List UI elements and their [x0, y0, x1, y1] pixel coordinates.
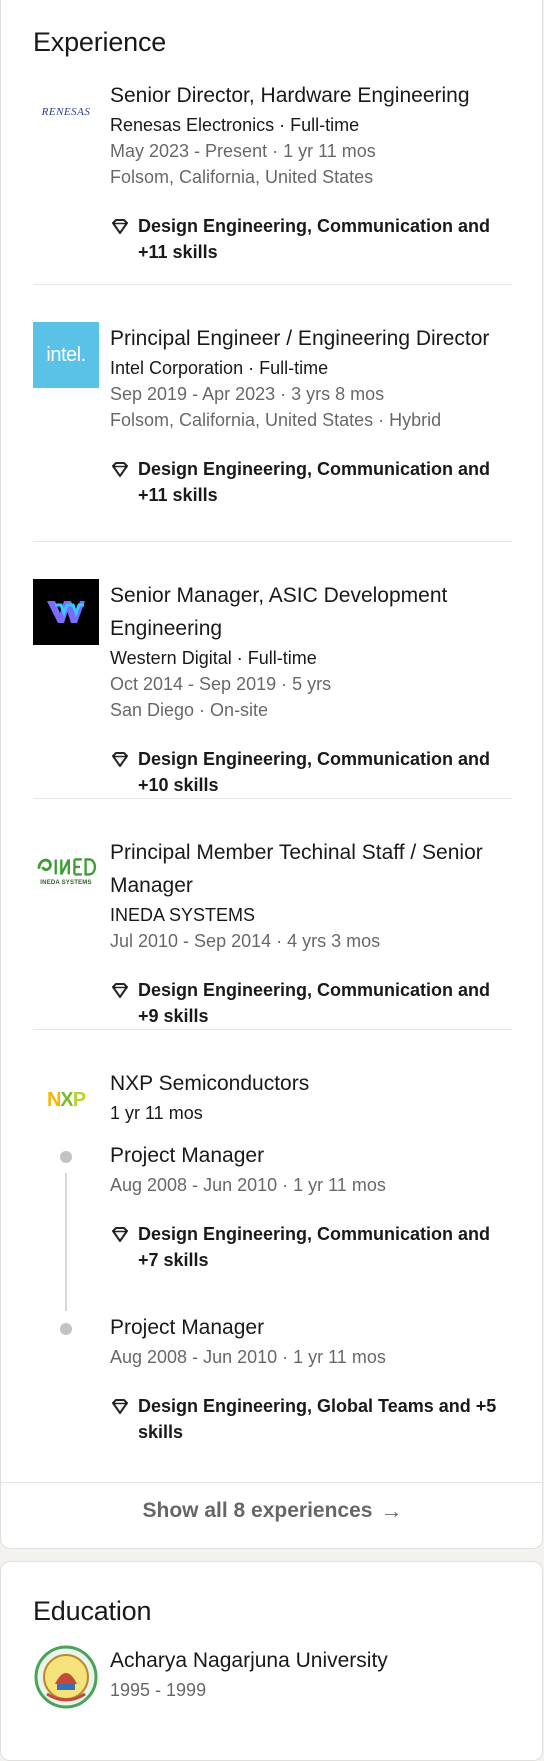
date-range: Jul 2010 - Sep 2014 · 4 yrs 3 mos	[110, 931, 381, 951]
job-title: Principal Member Techinal Staff / Senior…	[110, 841, 483, 897]
company-name[interactable]: NXP Semiconductors	[110, 1067, 510, 1100]
skills-link[interactable]: Design Engineering, Communication and +1…	[110, 213, 510, 265]
skills-link[interactable]: Design Engineering, Communication and +7…	[110, 1221, 510, 1273]
western-digital-logo[interactable]	[33, 579, 99, 645]
experience-group-nxp: NXP NXP Semiconductors 1 yr 11 mos Proje…	[33, 1067, 512, 1447]
role-item[interactable]: Project Manager Aug 2008 - Jun 2010 · 1 …	[110, 1311, 510, 1445]
education-card: Education Acharya Nagarjuna University 1…	[0, 1561, 543, 1761]
experience-heading: Experience	[33, 27, 167, 57]
total-duration: 1 yr 11 mos	[110, 1103, 203, 1123]
role-title: Project Manager	[110, 1316, 265, 1339]
role-dates: Aug 2008 - Jun 2010 · 1 yr 11 mos	[110, 1347, 386, 1367]
divider	[33, 1029, 512, 1030]
role-item[interactable]: Project Manager Aug 2008 - Jun 2010 · 1 …	[110, 1139, 510, 1273]
education-dates: 1995 - 1999	[110, 1680, 207, 1700]
date-range: May 2023 - Present · 1 yr 11 mos	[110, 141, 376, 161]
skills-diamond-icon	[112, 983, 128, 998]
skills-link[interactable]: Design Engineering, Communication and +1…	[110, 746, 510, 798]
skills-link[interactable]: Design Engineering, Communication and +1…	[110, 456, 510, 508]
arrow-right-icon: →	[380, 1497, 403, 1523]
education-heading: Education	[33, 1596, 152, 1626]
timeline-dot	[60, 1323, 72, 1335]
timeline-line	[65, 1173, 67, 1311]
skills-diamond-icon	[112, 219, 128, 234]
company-line: Intel Corporation · Full-time	[110, 358, 329, 378]
job-title: Principal Engineer / Engineering Directo…	[110, 327, 490, 350]
show-all-experiences-button[interactable]: Show all 8 experiences →	[1, 1482, 544, 1538]
ineda-mark-icon	[37, 858, 97, 876]
renesas-logo[interactable]: RENESAS	[33, 79, 99, 145]
company-line: INEDA SYSTEMS	[110, 905, 256, 925]
company-line: Western Digital · Full-time	[110, 648, 317, 668]
divider	[33, 284, 512, 285]
role-title: Project Manager	[110, 1144, 265, 1167]
wd-mark-icon	[47, 601, 85, 623]
divider	[33, 541, 512, 542]
divider	[33, 798, 512, 799]
location: Folsom, California, United States	[110, 167, 374, 187]
skills-link[interactable]: Design Engineering, Communication and +9…	[110, 977, 510, 1029]
job-title: Senior Manager, ASIC Development Enginee…	[110, 584, 448, 640]
skills-link[interactable]: Design Engineering, Global Teams and +5 …	[110, 1393, 510, 1445]
job-title: Senior Director, Hardware Engineering	[110, 84, 470, 107]
company-line: Renesas Electronics · Full-time	[110, 115, 360, 135]
school-name: Acharya Nagarjuna University	[110, 1649, 388, 1672]
nxp-logo[interactable]: NXP	[33, 1067, 99, 1133]
seal-icon	[34, 1645, 98, 1709]
date-range: Oct 2014 - Sep 2019 · 5 yrs	[110, 674, 332, 694]
location: Folsom, California, United States · Hybr…	[110, 410, 442, 430]
ineda-logo[interactable]: INEDA SYSTEMS	[33, 836, 99, 902]
university-seal-logo[interactable]	[33, 1644, 99, 1710]
role-dates: Aug 2008 - Jun 2010 · 1 yr 11 mos	[110, 1175, 386, 1195]
experience-card: Experience RENESAS Senior Director, Hard…	[0, 0, 544, 1549]
timeline-dot	[60, 1151, 72, 1163]
date-range: Sep 2019 - Apr 2023 · 3 yrs 8 mos	[110, 384, 385, 404]
skills-diamond-icon	[112, 752, 128, 767]
intel-logo[interactable]: intel.	[33, 322, 99, 388]
skills-diamond-icon	[112, 1399, 128, 1414]
skills-diamond-icon	[112, 462, 128, 477]
skills-diamond-icon	[112, 1227, 128, 1242]
location: San Diego · On-site	[110, 700, 269, 720]
